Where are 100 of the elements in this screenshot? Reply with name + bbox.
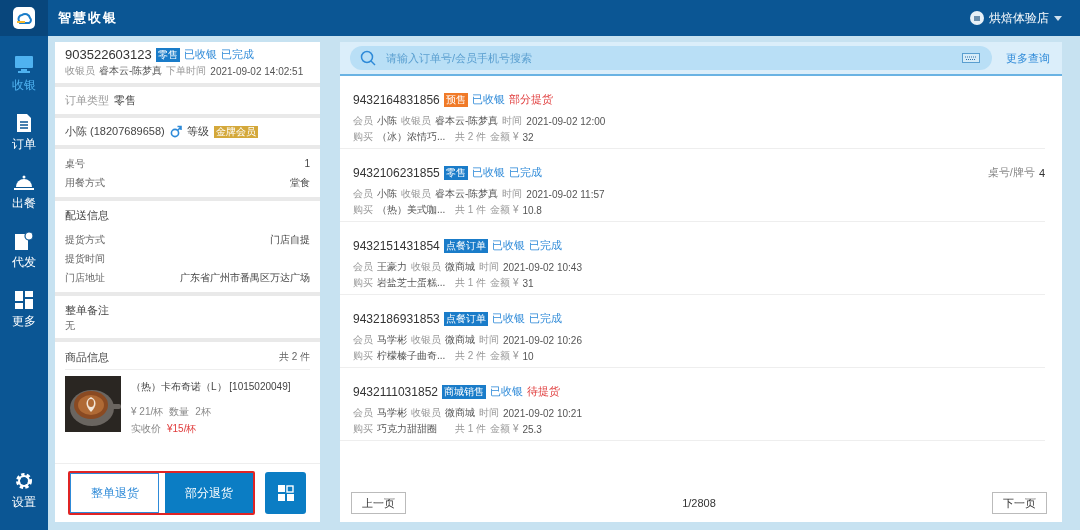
item-count: 共 1 件	[455, 276, 487, 290]
amount: 10.8	[522, 204, 542, 216]
order-list-item[interactable]: 9432106231855 零售 已收银 已完成 桌号/牌号 4 会员 小陈 收银员 睿本云-陈梦真 时间 2021-09-02 11:57 购买 （热）美式咖... 共 1 件 金额 ¥ 10.8	[340, 149, 1045, 222]
order-status: 已收银	[183, 47, 217, 62]
order-time: 2021-09-02 10:21	[503, 407, 582, 419]
items-label: 购买	[353, 276, 373, 290]
order-status: 部分提货	[508, 92, 553, 107]
amount-label: 金额 ¥	[490, 276, 519, 290]
order-tag: 预售	[443, 92, 468, 107]
order-tag: 商城销售	[442, 384, 486, 399]
order-tag: 零售	[155, 47, 180, 62]
member-name: 小陈 (18207689658)	[65, 124, 165, 139]
store-avatar-icon	[970, 11, 984, 25]
order-list-item[interactable]: 9432164831856 预售 已收银 部分提货 会员 小陈 收银员 睿本云-陈梦真 时间 2021-09-02 12:00 购买 （冰）浓情巧... 共 2 件 金额 ¥ 32	[340, 76, 1045, 149]
order-status: 已完成	[528, 238, 562, 253]
cashier-label: 收银员	[401, 114, 431, 128]
time-label: 时间	[479, 406, 499, 420]
order-status: 已完成	[508, 165, 542, 180]
order-time: 2021-09-02 10:26	[503, 334, 582, 346]
cashier-label: 收银员	[411, 406, 441, 420]
field-value: 1	[304, 158, 310, 169]
level-label: 等级	[186, 124, 209, 139]
field-label: 桌号	[65, 156, 85, 171]
next-page-button[interactable]: 下一页	[992, 492, 1047, 514]
amount: 31	[522, 277, 534, 289]
field-label: 提货时间	[65, 251, 105, 266]
order-time: 2021-09-02 14:02:51	[210, 65, 304, 77]
order-number: 9432164831856	[353, 92, 440, 107]
order-time: 2021-09-02 10:43	[503, 261, 582, 273]
items-summary: 巧克力甜甜圈	[377, 422, 438, 436]
grid-icon	[277, 485, 294, 501]
section-title: 商品信息	[65, 350, 109, 365]
quantity-label: 数量	[169, 405, 190, 419]
grid-button[interactable]	[265, 472, 306, 514]
page-indicator: 1/2808	[682, 497, 716, 509]
items-label: 购买	[353, 422, 373, 436]
items-summary: （热）美式咖...	[377, 203, 447, 217]
time-label: 时间	[502, 114, 523, 128]
member-name: 王豪力	[377, 260, 407, 274]
search-field[interactable]: 请输入订单号/会员手机号搜索	[350, 46, 992, 70]
time-label: 下单时间	[166, 64, 207, 78]
cashier-name: 微商城	[445, 406, 475, 420]
field-value: 门店自提	[270, 232, 310, 247]
caret-icon	[1054, 15, 1062, 21]
field-value: 堂食	[290, 175, 310, 190]
amount: 25.3	[522, 423, 542, 435]
order-status: 已收银	[491, 238, 525, 253]
nav-item[interactable]: 出餐	[12, 172, 36, 212]
store-menu[interactable]: 烘焙体验店	[970, 9, 1062, 27]
item-count: 共 1 件	[455, 203, 487, 217]
order-time: 2021-09-02 12:00	[526, 115, 606, 127]
level-badge: 金牌会员	[213, 125, 258, 138]
app-title: 智慧收银	[58, 9, 118, 27]
member-name: 小陈	[377, 114, 397, 128]
nav-item[interactable]: 代发	[12, 231, 36, 271]
member-name: 小陈	[377, 187, 397, 201]
items-label: 购买	[353, 203, 373, 217]
cashier-name: 微商城	[445, 333, 475, 347]
order-list-item[interactable]: 9432186931853 点餐订单 已收银 已完成 会员 马学彬 收银员 微商城 时间 2021-09-02 10:26 购买 柠檬榛子曲奇... 共 2 件 金额 ¥ 10	[340, 295, 1045, 368]
nav-item[interactable]: 订单	[12, 113, 36, 153]
items-label: 购买	[353, 130, 373, 144]
order-status: 已收银	[471, 92, 505, 107]
items-summary: （冰）浓情巧...	[377, 130, 447, 144]
section-title: 配送信息	[65, 208, 110, 223]
nav-item[interactable]: 更多	[12, 290, 36, 330]
search-input[interactable]: 请输入订单号/会员手机号搜索	[384, 51, 954, 65]
member-name: 马学彬	[377, 333, 407, 347]
order-status: 已收银	[491, 311, 525, 326]
member-label: 会员	[353, 260, 373, 274]
refund-button[interactable]: 部分退货	[165, 473, 253, 513]
cashier-name: 微商城	[445, 260, 475, 274]
field-label: 提货方式	[65, 232, 105, 247]
amount-label: 金额 ¥	[490, 130, 519, 144]
table-number: 4	[1038, 166, 1045, 179]
field-value: 广东省广州市番禺区万达广场	[180, 270, 310, 285]
order-list-item[interactable]: 9432151431854 点餐订单 已收银 已完成 会员 王豪力 收银员 微商城 时间 2021-09-02 10:43 购买 岩盐芝士蛋糕... 共 1 件 金额 ¥ 31	[340, 222, 1045, 295]
field-label: 用餐方式	[65, 175, 105, 190]
cashier-label: 收银员	[401, 187, 431, 201]
order-list-item[interactable]: 9432111031852 商城销售 已收银 待提货 会员 马学彬 收银员 微商城 时间 2021-09-02 10:21 购买 巧克力甜甜圈 共 1 件 金额 ¥ 25.3	[340, 368, 1045, 441]
order-status: 已完成	[528, 311, 562, 326]
quantity: 2杯	[195, 405, 211, 419]
field-label: 门店地址	[65, 270, 105, 285]
grid-icon	[14, 290, 34, 310]
time-label: 时间	[502, 187, 523, 201]
refund-button[interactable]: 整单退货	[70, 473, 159, 513]
remark-text: 无	[65, 319, 76, 333]
order-type-value: 零售	[114, 93, 136, 108]
unit-price: ¥ 21/杯	[131, 405, 164, 419]
order-tag: 点餐订单	[443, 311, 488, 326]
order-status: 待提货	[527, 384, 560, 399]
time-label: 时间	[479, 333, 499, 347]
cashier-label: 收银员	[411, 333, 441, 347]
monitor-icon	[14, 54, 34, 74]
order-tag: 零售	[443, 165, 468, 180]
search-icon	[360, 50, 376, 66]
keyboard-icon[interactable]	[962, 53, 980, 63]
cloud-logo-icon	[13, 7, 35, 29]
previous-page-button[interactable]: 上一页	[351, 492, 406, 514]
settings-nav-item[interactable]: 设置	[12, 471, 36, 511]
item-count: 共 2 件	[455, 130, 487, 144]
